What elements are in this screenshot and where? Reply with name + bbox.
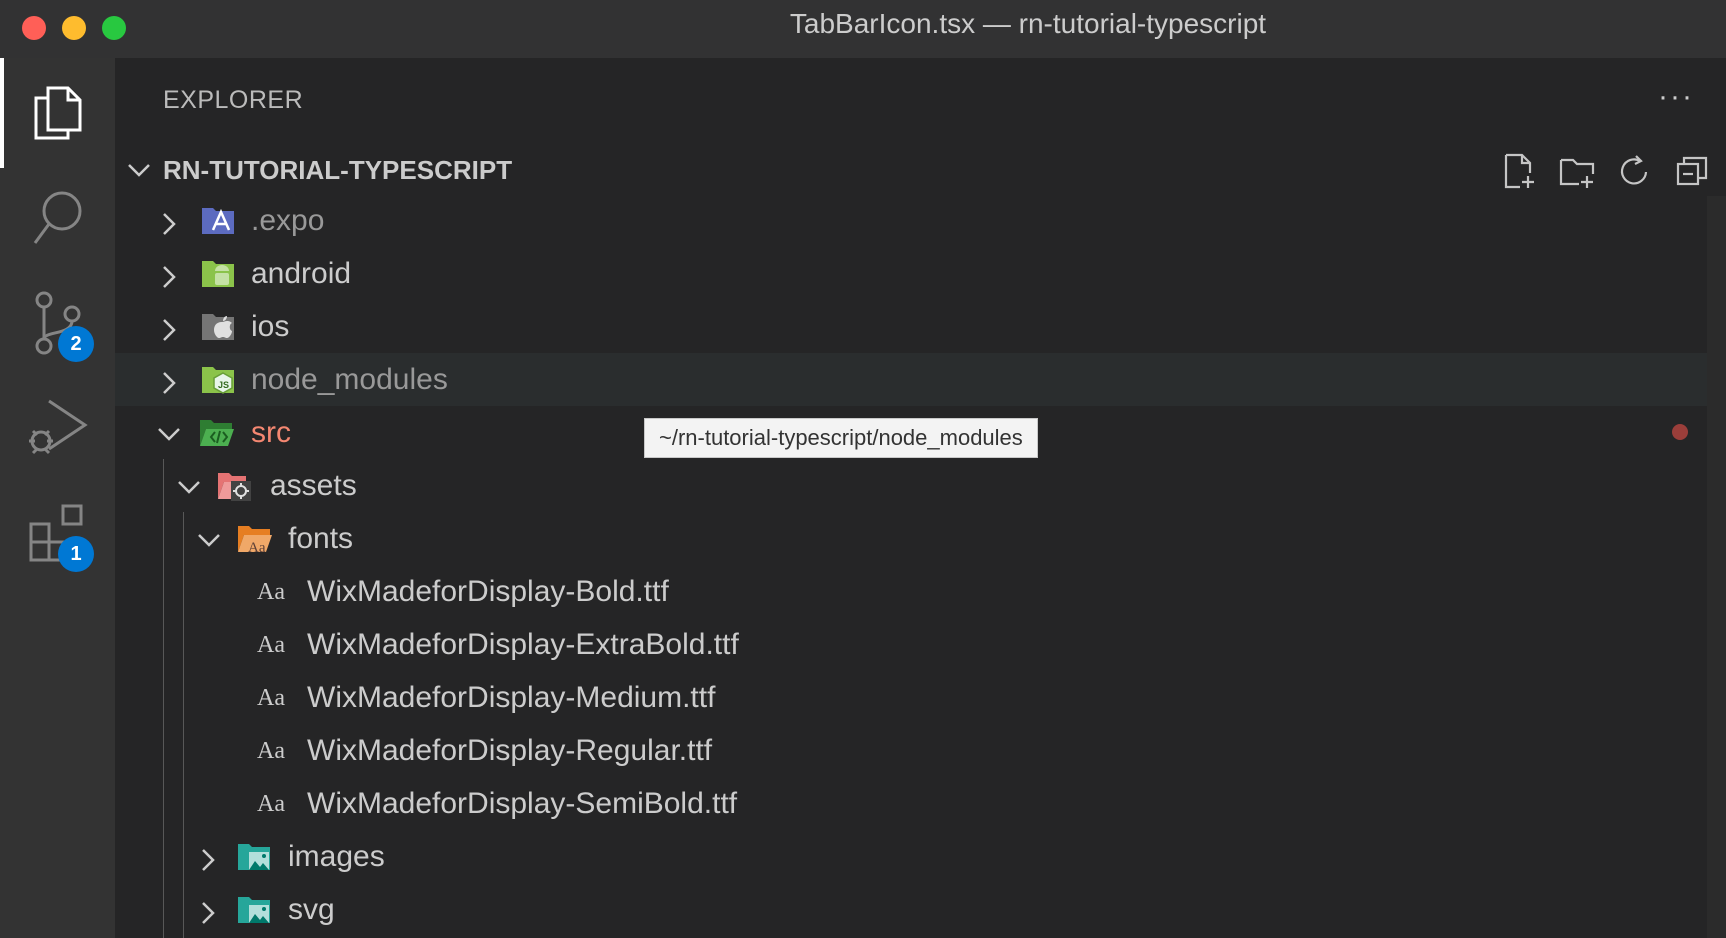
tree-item-font-extrabold[interactable]: Aa WixMadeforDisplay-ExtraBold.ttf <box>115 618 1708 671</box>
font-file-icon: Aa <box>257 791 285 817</box>
collapse-all-icon[interactable] <box>1674 152 1712 190</box>
search-icon <box>33 191 81 244</box>
tree-item-font-semibold[interactable]: Aa WixMadeforDisplay-SemiBold.ttf <box>115 777 1708 830</box>
chevron-right-icon <box>163 319 176 341</box>
expo-folder-icon <box>202 208 234 234</box>
explorer-sidebar: EXPLORER ··· RN-TUTORIAL-TYPESCRIPT .exp… <box>115 58 1726 938</box>
chevron-down-icon <box>158 428 180 441</box>
tree-item-label: WixMadeforDisplay-SemiBold.ttf <box>307 787 738 820</box>
chevron-right-icon <box>163 266 176 288</box>
tree-item-fonts[interactable]: Aa fonts <box>115 512 1708 565</box>
activity-source-control[interactable]: 2 <box>0 268 115 378</box>
tree-item-node-modules[interactable]: JS node_modules <box>115 353 1708 406</box>
chevron-down-icon <box>178 481 200 494</box>
chevron-right-icon <box>202 902 215 924</box>
font-file-icon: Aa <box>257 685 285 711</box>
activity-extensions[interactable]: 1 <box>0 478 115 588</box>
activity-bar: 2 1 <box>0 58 115 938</box>
tree-item-assets[interactable]: assets <box>115 459 1708 512</box>
tree-item-label: assets <box>270 469 357 502</box>
activity-search[interactable] <box>0 163 115 273</box>
run-debug-icon <box>28 399 88 455</box>
svg-folder-icon <box>238 897 270 923</box>
window-title: TabBarIcon.tsx — rn-tutorial-typescript <box>789 8 1267 39</box>
tree-item-font-regular[interactable]: Aa WixMadeforDisplay-Regular.ttf <box>115 724 1708 777</box>
font-file-icon: Aa <box>257 579 285 605</box>
tree-item-label: ios <box>251 310 290 343</box>
explorer-actions <box>1500 152 1712 190</box>
explorer-title: EXPLORER <box>163 86 304 114</box>
assets-folder-icon <box>218 473 251 501</box>
tree-item-label: WixMadeforDisplay-ExtraBold.ttf <box>307 628 739 661</box>
refresh-icon[interactable] <box>1616 152 1654 190</box>
tree-item-ios[interactable]: ios <box>115 300 1708 353</box>
tree-item-label: src <box>251 416 291 449</box>
ios-folder-icon <box>202 314 234 340</box>
files-icon <box>34 86 81 140</box>
tree-item-label: WixMadeforDisplay-Medium.ttf <box>307 681 716 714</box>
title-bar: TabBarIcon.tsx — rn-tutorial-typescript <box>0 0 1726 59</box>
tree-item-font-bold[interactable]: Aa WixMadeforDisplay-Bold.ttf <box>115 565 1708 618</box>
extensions-badge: 1 <box>58 536 94 572</box>
chevron-down-icon <box>128 164 150 177</box>
chevron-right-icon <box>202 849 215 871</box>
activity-run-debug[interactable] <box>0 373 115 483</box>
more-actions-button[interactable]: ··· <box>1658 80 1694 114</box>
svg-text:JS: JS <box>218 380 229 390</box>
file-tree: .expo android ios JS node_modules src as… <box>115 194 1726 938</box>
tree-item-label: .expo <box>251 204 325 237</box>
chevron-right-icon <box>163 372 176 394</box>
new-file-icon[interactable] <box>1500 152 1538 190</box>
fonts-folder-icon: Aa <box>238 526 272 556</box>
android-folder-icon <box>202 261 234 287</box>
chevron-down-icon <box>198 534 220 547</box>
source-control-badge: 2 <box>58 326 94 362</box>
tree-item-images[interactable]: images <box>115 830 1708 883</box>
tree-item-label: node_modules <box>251 363 448 396</box>
modified-indicator-dot <box>1672 424 1688 440</box>
tree-item-label: android <box>251 257 352 290</box>
path-tooltip: ~/rn-tutorial-typescript/node_modules <box>644 418 1038 458</box>
tree-item-font-medium[interactable]: Aa WixMadeforDisplay-Medium.ttf <box>115 671 1708 724</box>
tree-item-expo[interactable]: .expo <box>115 194 1708 247</box>
node-folder-icon: JS <box>202 367 234 394</box>
tree-item-android[interactable]: android <box>115 247 1708 300</box>
chevron-right-icon <box>163 213 176 235</box>
tree-item-label: fonts <box>288 522 354 555</box>
workspace-root-row[interactable]: RN-TUTORIAL-TYPESCRIPT <box>115 146 1726 194</box>
tree-item-label: images <box>288 840 385 873</box>
activity-explorer[interactable] <box>0 58 115 168</box>
tree-item-label: WixMadeforDisplay-Bold.ttf <box>307 575 669 608</box>
new-folder-icon[interactable] <box>1558 152 1596 190</box>
tree-item-label: svg <box>288 893 335 926</box>
images-folder-icon <box>238 844 270 870</box>
tree-item-svg[interactable]: svg <box>115 883 1708 936</box>
svg-text:Aa: Aa <box>248 540 266 556</box>
tree-item-label: WixMadeforDisplay-Regular.ttf <box>307 734 713 767</box>
explorer-scrollbar[interactable] <box>1707 196 1726 938</box>
font-file-icon: Aa <box>257 632 285 658</box>
workspace-root-label: RN-TUTORIAL-TYPESCRIPT <box>163 155 513 185</box>
font-file-icon: Aa <box>257 738 285 764</box>
src-folder-icon <box>200 420 234 446</box>
